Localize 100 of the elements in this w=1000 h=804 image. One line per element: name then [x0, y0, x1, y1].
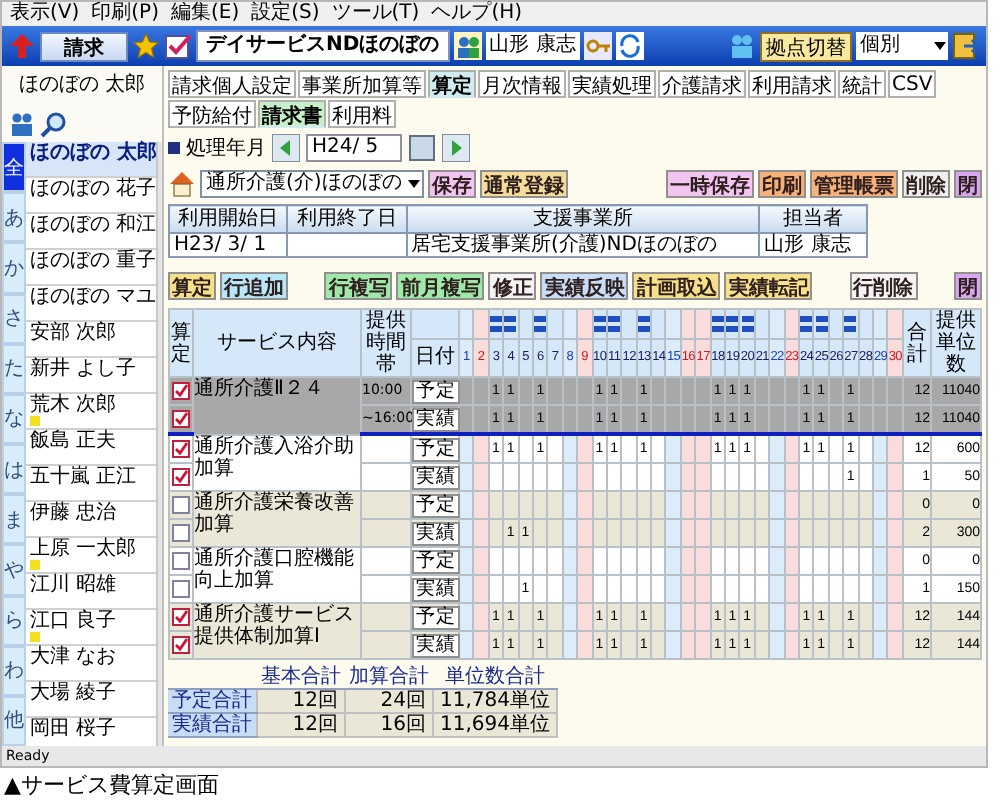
sub-tab[interactable]: 利用料 — [328, 100, 396, 128]
refresh-icon[interactable] — [615, 32, 644, 60]
action-button[interactable]: 行追加 — [220, 271, 288, 299]
house-icon[interactable] — [168, 169, 196, 197]
column-header: 日付 — [415, 346, 455, 369]
checkbox[interactable] — [172, 410, 190, 428]
checkbox[interactable] — [172, 608, 190, 626]
kana-tab[interactable]: わ — [2, 645, 26, 696]
location-dropdown[interactable]: 個別 — [856, 32, 948, 60]
menu-item[interactable]: ツール(T) — [331, 2, 420, 26]
service-name: 通所介護口腔機能向上加算 — [194, 548, 354, 592]
exit-icon[interactable] — [952, 32, 980, 60]
search-icon[interactable] — [40, 110, 68, 138]
column-header: 利用開始日 — [169, 205, 288, 233]
row-header: 予定合計 — [172, 690, 252, 712]
column-header: 合計 — [907, 321, 927, 365]
row-type-label: 予定 — [412, 493, 460, 517]
kana-tab[interactable]: な — [2, 393, 26, 445]
service-name: 通所介護入浴介助加算 — [194, 435, 354, 479]
sub-tab[interactable]: 予防給付 — [168, 100, 256, 128]
service-name: 通所介護Ⅱ２４ — [194, 378, 324, 400]
column-header: 支援事業所 — [406, 205, 760, 233]
tab[interactable]: CSV — [888, 70, 937, 98]
toolbar-button[interactable]: 保存 — [427, 169, 476, 197]
tab[interactable]: 統計 — [838, 70, 886, 98]
period-field[interactable]: H24/ 5 — [306, 133, 402, 161]
table-cell: 11,784単位 — [440, 690, 550, 712]
tab[interactable]: 介護請求 — [658, 70, 746, 98]
flag-icon — [30, 632, 40, 642]
row-type-label: 実績 — [412, 407, 460, 431]
kana-tab[interactable]: ま — [2, 494, 26, 545]
action-button[interactable]: 閉 — [953, 271, 982, 299]
people-icon[interactable] — [453, 32, 482, 60]
checkbox[interactable] — [172, 382, 190, 400]
checkbox[interactable] — [172, 552, 190, 570]
checkbox[interactable] — [172, 496, 190, 514]
tab[interactable]: 利用請求 — [748, 70, 836, 98]
kana-tab[interactable]: 他 — [2, 695, 26, 747]
kana-tab[interactable]: 全 — [2, 142, 26, 193]
calendar-icon[interactable] — [408, 133, 436, 161]
checkbox[interactable] — [172, 580, 190, 598]
checkbox[interactable] — [172, 524, 190, 542]
service-name: 通所介護サービス提供体制加算Ⅰ — [194, 604, 354, 648]
menu-item[interactable]: 編集(E) — [171, 2, 240, 26]
checkbox-icon[interactable] — [164, 32, 192, 60]
checkbox[interactable] — [172, 468, 190, 486]
column-header: 基本合計 — [261, 666, 341, 688]
office-dropdown[interactable]: 通所介護(介)ほのぼの — [200, 169, 424, 197]
people-icon[interactable] — [8, 110, 36, 138]
tab[interactable]: 実績処理 — [568, 70, 656, 98]
column-header: 利用終了日 — [287, 205, 406, 233]
switch-location-button[interactable]: 拠点切替 — [760, 31, 852, 61]
menu-item[interactable]: 設定(S) — [251, 2, 320, 26]
tab[interactable]: 請求個人設定 — [168, 70, 296, 98]
action-button[interactable]: 計画取込 — [632, 271, 721, 299]
menu-item[interactable]: ヘルプ(H) — [431, 2, 523, 26]
toolbar-button[interactable]: 一時保存 — [666, 169, 754, 197]
menu-item[interactable]: 表示(V) — [10, 2, 80, 26]
row-type-label: 実績 — [412, 633, 460, 657]
tab[interactable]: 事業所加算等 — [298, 70, 426, 98]
flag-icon — [30, 416, 40, 426]
tab[interactable]: 月次情報 — [478, 70, 566, 98]
column-header: 単位数合計 — [445, 666, 545, 688]
toolbar-button[interactable]: 閉 — [954, 169, 982, 197]
flag-icon — [30, 560, 40, 570]
table-cell: 12回 — [292, 690, 338, 712]
toolbar-button[interactable]: 管理帳票 — [810, 169, 898, 197]
column-header: 提供時間帯 — [366, 310, 406, 376]
kana-tab[interactable]: た — [2, 343, 26, 394]
key-icon[interactable] — [583, 32, 612, 60]
action-button[interactable]: 行複写 — [324, 271, 393, 299]
action-button[interactable]: 実績反映 — [540, 271, 629, 299]
checkbox[interactable] — [172, 440, 190, 458]
checkbox[interactable] — [172, 636, 190, 654]
toolbar-button[interactable]: 通常登録 — [479, 169, 568, 197]
claim-button[interactable]: 請求 — [40, 31, 128, 61]
kana-tab[interactable]: あ — [2, 192, 26, 243]
previous-arrow-icon[interactable] — [272, 133, 300, 161]
kana-tab[interactable]: や — [2, 544, 26, 596]
action-button[interactable]: 前月複写 — [396, 271, 485, 299]
sub-tab[interactable]: 請求書 — [258, 100, 326, 128]
action-button[interactable]: 修正 — [488, 271, 537, 299]
client-name: ほのぼの 太郎 — [18, 71, 146, 98]
kana-tab[interactable]: か — [2, 242, 26, 294]
toolbar-button[interactable]: 削除 — [902, 169, 950, 197]
kana-tab[interactable]: さ — [2, 293, 26, 344]
kana-tab[interactable]: は — [2, 444, 26, 495]
tab[interactable]: 算定 — [428, 70, 476, 98]
column-header: 加算合計 — [349, 666, 429, 688]
action-button[interactable]: 算定 — [168, 271, 216, 299]
table-cell: 16回 — [380, 714, 426, 736]
next-arrow-icon[interactable] — [442, 133, 470, 161]
action-button[interactable]: 行削除 — [849, 271, 918, 299]
star-icon[interactable] — [132, 32, 160, 60]
people-icon[interactable] — [728, 32, 756, 60]
kana-tab[interactable]: ら — [2, 595, 26, 646]
menu-item[interactable]: 印刷(P) — [91, 2, 159, 26]
client-list-item[interactable]: ほのぼの 太郎 — [26, 142, 157, 178]
toolbar-button[interactable]: 印刷 — [758, 169, 806, 197]
action-button[interactable]: 実績転記 — [724, 271, 813, 299]
